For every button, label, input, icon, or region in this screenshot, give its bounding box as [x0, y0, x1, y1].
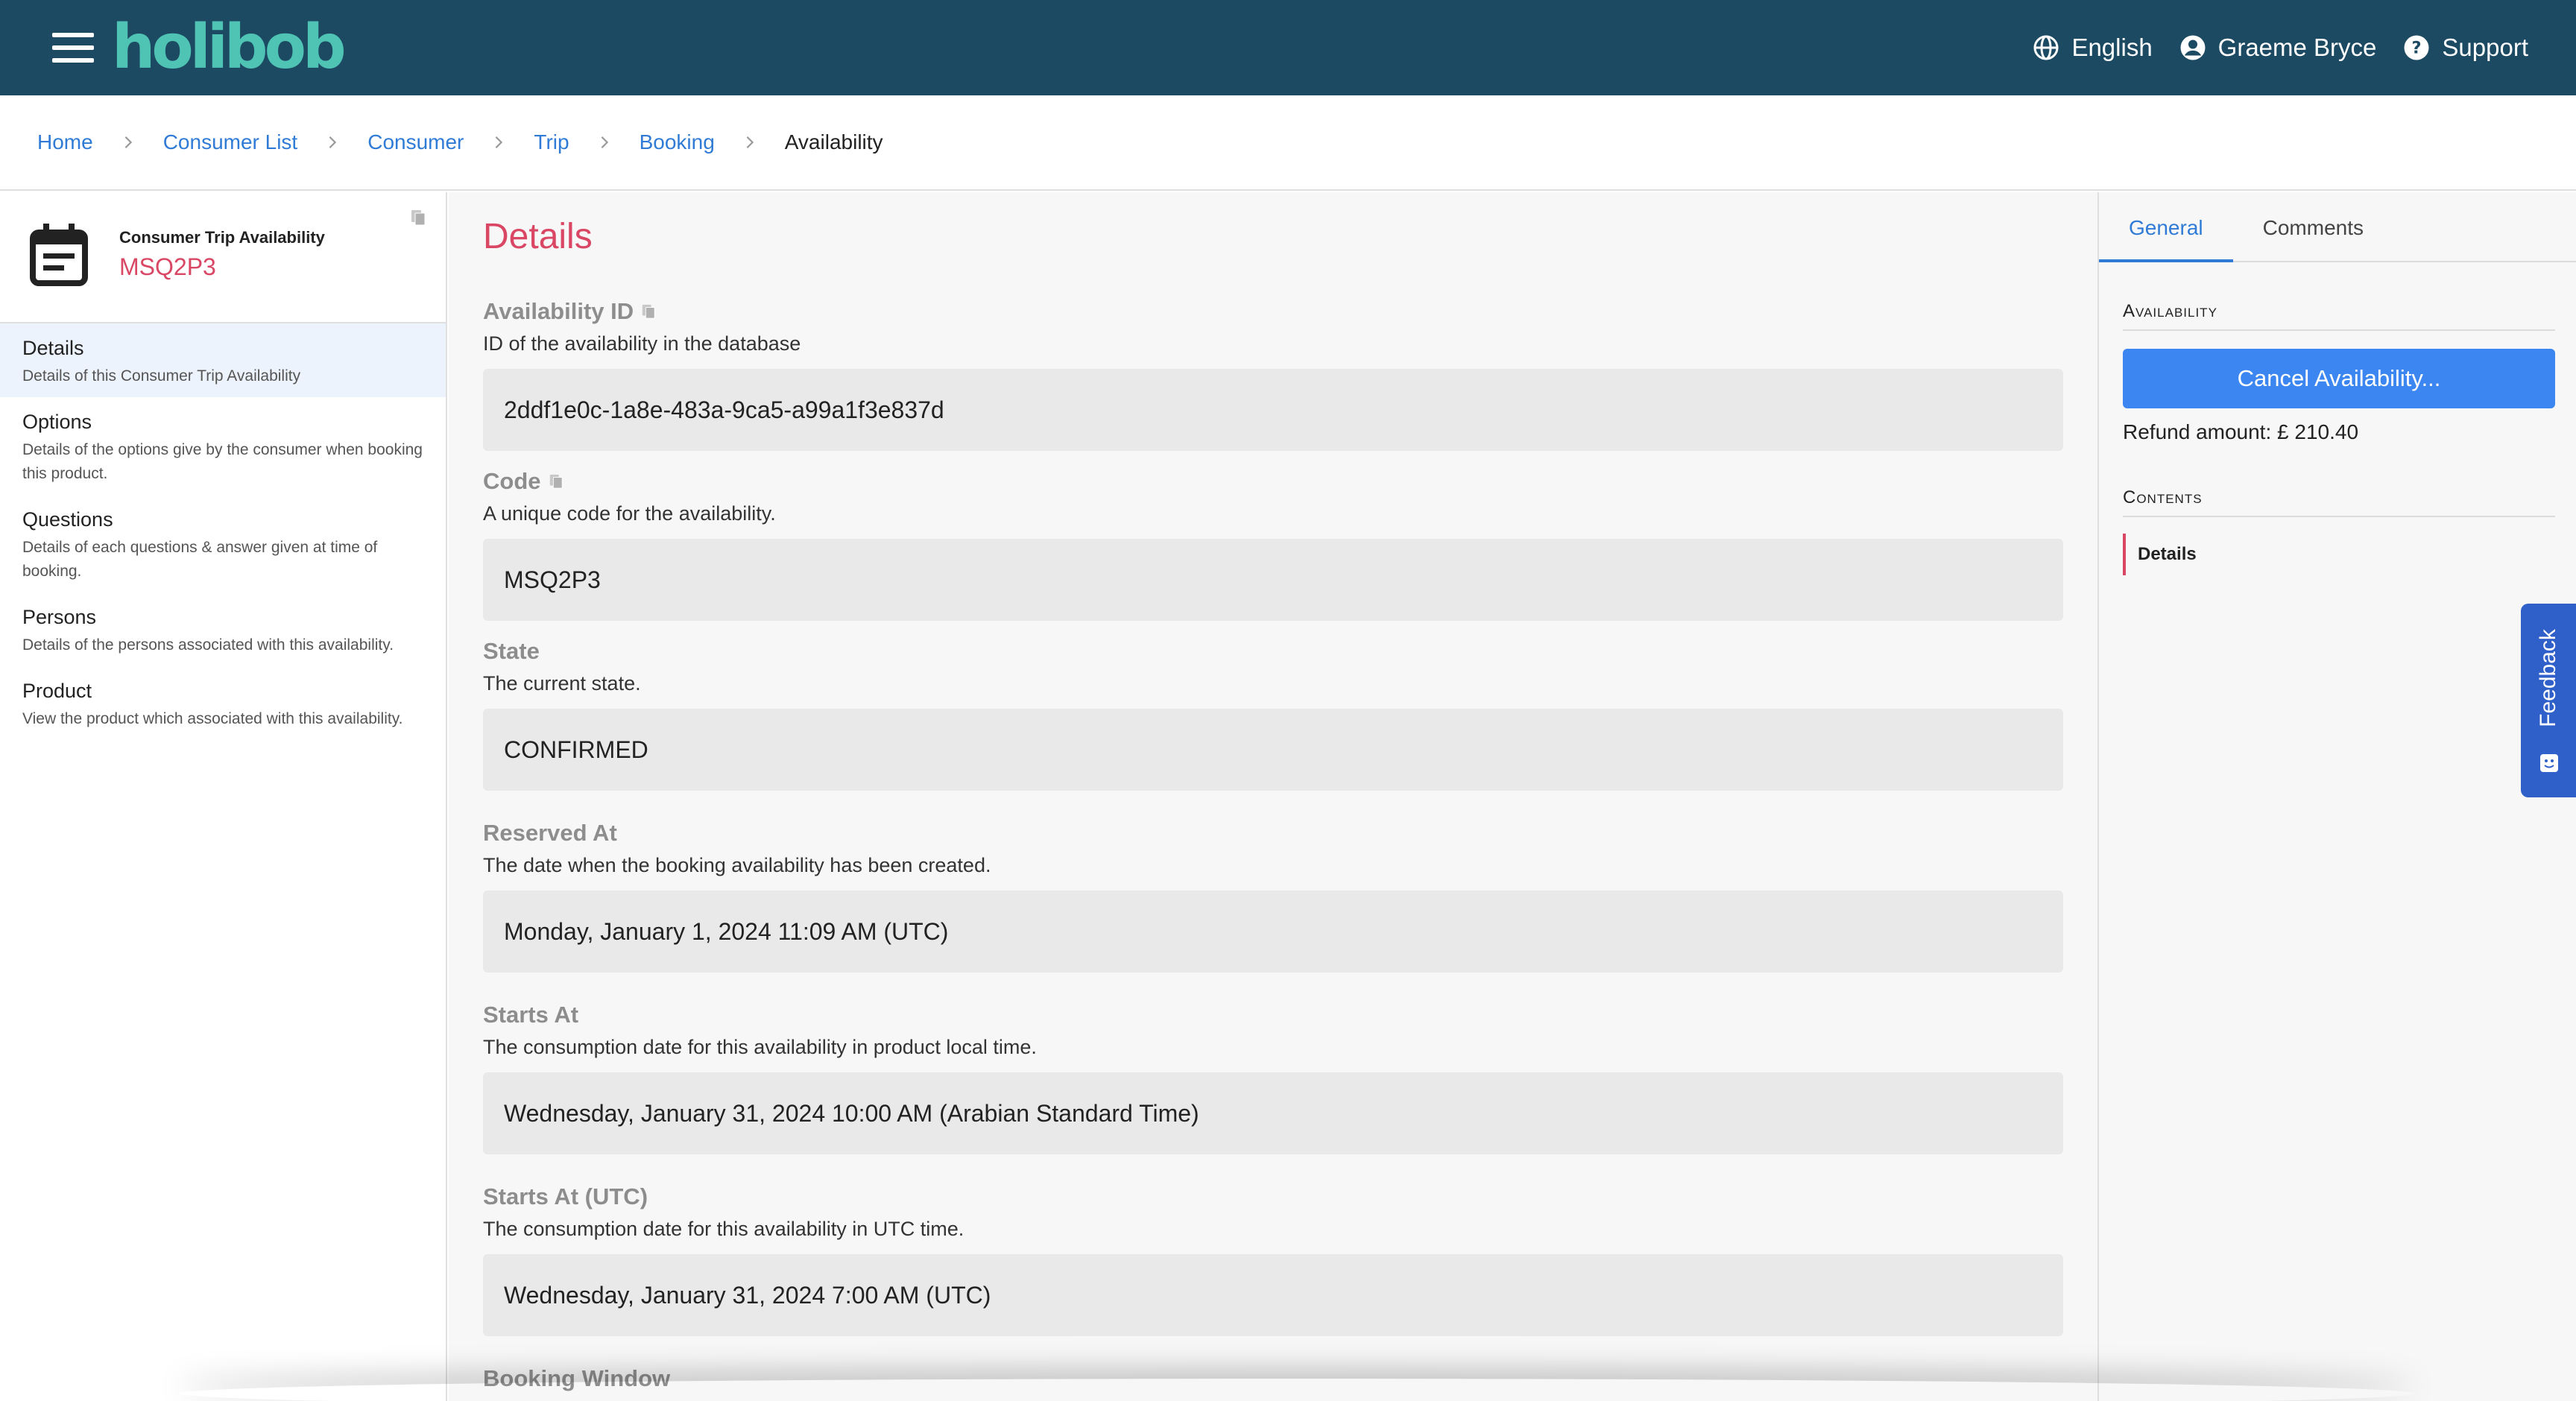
availability-section-heading: Availability — [2123, 301, 2555, 331]
refund-amount: Refund amount: £ 210.40 — [2123, 420, 2359, 443]
breadcrumb-booking[interactable]: Booking — [640, 130, 715, 154]
sidebar-item-desc: Details of this Consumer Trip Availabili… — [22, 367, 301, 385]
field-starts-at: Starts At The consumption date for this … — [483, 1002, 2063, 1154]
feedback-label: Feedback — [2536, 629, 2560, 727]
field-booking-window: Booking Window — [483, 1365, 2063, 1392]
field-availability-id: Availability ID ID of the availability i… — [483, 298, 2063, 451]
user-name: Graeme Bryce — [2217, 34, 2377, 61]
top-bar: holibob English Graeme Bryce ? Support — [0, 0, 2576, 95]
field-label-text: Availability ID — [483, 298, 634, 324]
field-label-text: Starts At — [483, 1002, 579, 1028]
field-value: Wednesday, January 31, 2024 7:00 AM (UTC… — [483, 1254, 2063, 1336]
field-value: MSQ2P3 — [483, 539, 2063, 621]
field-value: Wednesday, January 31, 2024 10:00 AM (Ar… — [483, 1072, 2063, 1154]
tab-bar: General Comments — [2099, 192, 2576, 262]
breadcrumb-consumer[interactable]: Consumer — [367, 130, 464, 154]
field-label: Availability ID — [483, 298, 2063, 325]
globe-icon — [2033, 35, 2059, 60]
language-selector[interactable]: English — [2033, 34, 2153, 62]
field-value: Monday, January 1, 2024 11:09 AM (UTC) — [483, 891, 2063, 973]
field-description: A unique code for the availability. — [483, 502, 776, 525]
field-label-text: Reserved At — [483, 820, 617, 846]
sidebar-item-desc: Details of each questions & answer given… — [22, 539, 378, 580]
entity-header: Consumer Trip Availability MSQ2P3 — [0, 192, 446, 323]
left-sidebar: Consumer Trip Availability MSQ2P3 Detail… — [0, 192, 447, 1401]
field-description: The current state. — [483, 672, 641, 695]
breadcrumb-home[interactable]: Home — [37, 130, 93, 154]
field-code: Code A unique code for the availability.… — [483, 468, 2063, 621]
field-value: CONFIRMED — [483, 709, 2063, 791]
field-description: ID of the availability in the database — [483, 332, 801, 355]
breadcrumb: Home Consumer List Consumer Trip Booking… — [0, 95, 2576, 191]
field-label: Booking Window — [483, 1365, 2063, 1392]
calendar-icon — [30, 224, 88, 286]
sidebar-item-persons[interactable]: Persons Details of the persons associate… — [0, 592, 446, 666]
sidebar-item-details[interactable]: Details Details of this Consumer Trip Av… — [0, 323, 446, 397]
copy-icon[interactable] — [549, 473, 564, 490]
field-value: 2ddf1e0c-1a8e-483a-9ca5-a99a1f3e837d — [483, 369, 2063, 451]
user-icon — [2180, 35, 2206, 60]
copy-icon[interactable] — [641, 303, 656, 320]
field-description: The date when the booking availability h… — [483, 854, 991, 876]
entity-type: Consumer Trip Availability — [119, 228, 325, 247]
tab-general[interactable]: General — [2099, 192, 2233, 262]
top-nav: English Graeme Bryce ? Support — [2033, 0, 2528, 95]
field-label: Reserved At — [483, 820, 2063, 847]
tab-comments[interactable]: Comments — [2233, 192, 2393, 261]
contents-item-details[interactable]: Details — [2123, 534, 2555, 575]
support-link[interactable]: ? Support — [2403, 34, 2528, 62]
field-state: State The current state. CONFIRMED — [483, 638, 2063, 791]
cancel-availability-button[interactable]: Cancel Availability... — [2123, 349, 2555, 408]
chevron-right-icon — [746, 136, 754, 148]
svg-text:?: ? — [2412, 39, 2422, 58]
smiley-icon — [2540, 754, 2558, 772]
field-label-text: State — [483, 638, 540, 664]
field-label: State — [483, 638, 2063, 665]
sidebar-item-desc: Details of the options give by the consu… — [22, 441, 423, 482]
chevron-right-icon — [329, 136, 337, 148]
sidebar-item-title: Persons — [22, 606, 97, 628]
page-title: Details — [483, 217, 593, 256]
field-label: Code — [483, 468, 2063, 495]
right-panel: General Comments Availability Cancel Ava… — [2097, 192, 2576, 1401]
breadcrumb-trip[interactable]: Trip — [534, 130, 569, 154]
language-label: English — [2071, 34, 2153, 61]
field-starts-at-utc: Starts At (UTC) The consumption date for… — [483, 1183, 2063, 1336]
main-content: Details Availability ID ID of the availa… — [449, 192, 2097, 1401]
field-label: Starts At (UTC) — [483, 1183, 2063, 1210]
field-label: Starts At — [483, 1002, 2063, 1028]
sidebar-item-desc: View the product which associated with t… — [22, 710, 403, 727]
menu-icon[interactable] — [52, 33, 94, 63]
logo[interactable]: holibob — [112, 13, 347, 82]
copy-icon[interactable] — [410, 209, 426, 227]
entity-code: MSQ2P3 — [119, 253, 216, 280]
field-label-text: Starts At (UTC) — [483, 1183, 648, 1209]
contents-section-heading: Contents — [2123, 487, 2555, 517]
sidebar-item-title: Details — [22, 337, 84, 359]
breadcrumb-consumer-list[interactable]: Consumer List — [163, 130, 298, 154]
breadcrumb-availability: Availability — [784, 130, 883, 154]
field-label-text: Code — [483, 468, 541, 494]
chevron-right-icon — [496, 136, 503, 148]
chevron-right-icon — [124, 136, 132, 148]
field-reserved-at: Reserved At The date when the booking av… — [483, 820, 2063, 973]
sidebar-item-title: Options — [22, 411, 92, 433]
field-description: The consumption date for this availabili… — [483, 1218, 965, 1240]
sidebar-item-product[interactable]: Product View the product which associate… — [0, 666, 446, 740]
sidebar-item-desc: Details of the persons associated with t… — [22, 636, 394, 654]
feedback-tab[interactable]: Feedback — [2521, 604, 2576, 797]
chevron-right-icon — [601, 136, 608, 148]
support-label: Support — [2442, 34, 2528, 61]
field-description: The consumption date for this availabili… — [483, 1036, 1037, 1058]
sidebar-item-questions[interactable]: Questions Details of each questions & an… — [0, 495, 446, 592]
user-menu[interactable]: Graeme Bryce — [2179, 34, 2377, 62]
sidebar-item-options[interactable]: Options Details of the options give by t… — [0, 397, 446, 495]
sidebar-item-title: Product — [22, 680, 92, 702]
field-label-text: Booking Window — [483, 1365, 671, 1391]
sidebar-item-title: Questions — [22, 508, 113, 531]
help-icon: ? — [2404, 35, 2429, 60]
